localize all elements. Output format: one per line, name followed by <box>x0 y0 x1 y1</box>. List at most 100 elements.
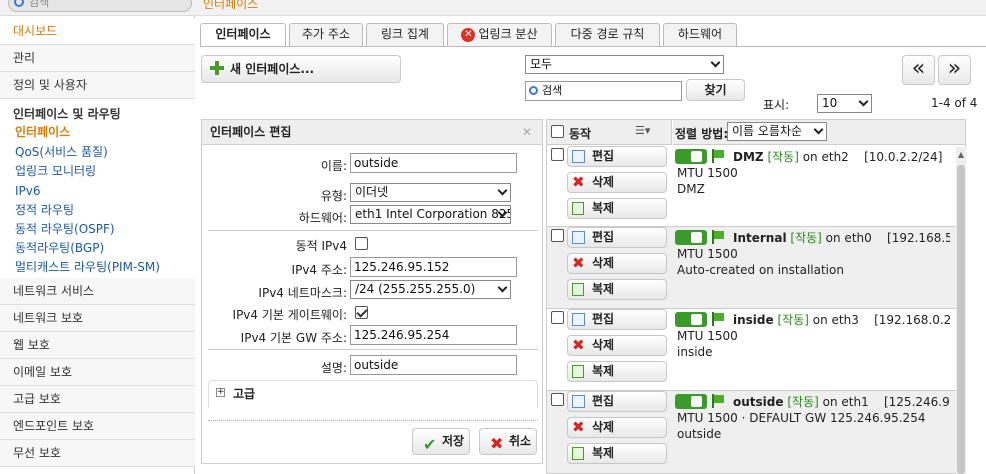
sort-label: 정렬 방법: <box>675 127 729 141</box>
interface-name[interactable]: outside <box>733 395 784 409</box>
copy-button[interactable]: 복제 <box>567 279 667 300</box>
list-search-input[interactable]: 검색 <box>525 81 682 101</box>
sidebar-item-manage[interactable]: 관리 <box>0 45 195 72</box>
copy-button[interactable]: 복제 <box>567 443 667 464</box>
new-interface-button[interactable]: 새 인터페이스... <box>201 55 401 83</box>
cancel-button[interactable]: ✖ 취소 <box>479 428 537 455</box>
tab-divider <box>200 46 986 47</box>
breadcrumb: 인터페이스 <box>203 0 259 11</box>
tab-additional-addresses[interactable]: 추가 주소 <box>289 23 363 46</box>
default-gateway-label: IPv4 기본 게이트웨이: <box>232 308 347 322</box>
prev-page-button[interactable]: « <box>902 55 935 85</box>
row-checkbox[interactable] <box>551 393 564 406</box>
sidebar-item-advanced-protection[interactable]: 고급 보호 <box>0 386 195 413</box>
tab-multipath-rules[interactable]: 다중 경로 규칙 <box>555 23 660 46</box>
expand-icon: + <box>216 387 225 397</box>
sidebar-item-email-protection[interactable]: 이메일 보호 <box>0 359 195 386</box>
hardware-label: 하드웨어: <box>298 211 347 225</box>
type-select[interactable]: 이더넷 <box>350 183 511 202</box>
delete-icon: ✖ <box>572 254 585 272</box>
status-badge: [작동] <box>787 395 819 409</box>
ipv4-address-input[interactable]: 125.246.95.152 <box>350 257 517 277</box>
copy-icon <box>572 447 584 460</box>
error-icon: ✕ <box>461 27 476 42</box>
delete-button[interactable]: ✖ 삭제 <box>567 417 667 438</box>
dynamic-ipv4-checkbox[interactable] <box>355 237 368 250</box>
close-icon[interactable]: ✕ <box>522 120 532 144</box>
status-toggle[interactable] <box>675 312 707 327</box>
row-checkbox[interactable] <box>551 311 564 324</box>
sidebar-sub-interfaces[interactable]: 인터페이스 <box>15 123 70 142</box>
sidebar-sub-uplink-monitoring[interactable]: 업링크 모니터링 <box>15 162 96 181</box>
table-row: 편집 ✖ 삭제 복제 DMZ [작동] on eth2 [10.0.2.2/24]… <box>547 146 965 228</box>
dynamic-ipv4-label: 동적 IPv4 <box>295 239 347 253</box>
delete-button[interactable]: ✖ 삭제 <box>567 335 667 356</box>
row-checkbox[interactable] <box>551 148 564 161</box>
edit-button[interactable]: 편집 <box>567 391 667 412</box>
edit-button[interactable]: 편집 <box>567 309 667 330</box>
interface-port: on eth0 <box>825 231 872 245</box>
tab-hardware[interactable]: 하드웨어 <box>663 23 737 46</box>
copy-icon <box>572 202 584 215</box>
sidebar-sub-qos[interactable]: QoS(서비스 품질) <box>15 143 108 162</box>
row-checkbox[interactable] <box>551 229 564 242</box>
table-row: 편집 ✖ 삭제 복제 inside [작동] on eth3 [192.168.0… <box>547 309 965 391</box>
copy-button[interactable]: 복제 <box>567 361 667 382</box>
edit-icon <box>572 150 585 163</box>
sidebar-item-network-services[interactable]: 네트워크 서비스 <box>0 278 195 305</box>
sidebar-sub-multicast[interactable]: 멀티캐스트 라우팅(PIM-SM) <box>15 258 160 277</box>
tab-link-aggregation[interactable]: 링크 집계 <box>366 23 444 46</box>
sidebar-item-web-protection[interactable]: 웹 보호 <box>0 332 195 359</box>
sort-select[interactable]: 이름 오름차순 <box>727 122 827 141</box>
column-menu-icon[interactable]: ☰▾ <box>635 124 650 137</box>
sidebar-item-definitions[interactable]: 정의 및 사용자 <box>0 72 195 99</box>
page-size-select[interactable]: 10 <box>817 94 872 113</box>
default-gateway-checkbox[interactable] <box>355 306 368 319</box>
scroll-up-icon[interactable]: ▲ <box>956 150 966 160</box>
sidebar-sub-static-routing[interactable]: 정적 라우팅 <box>15 201 74 220</box>
find-button[interactable]: 찾기 <box>686 79 745 101</box>
next-page-button[interactable]: » <box>938 55 971 85</box>
sidebar-sub-ospf[interactable]: 동적 라우팅(OSPF) <box>15 220 115 239</box>
sidebar-item-network-protection[interactable]: 네트워크 보호 <box>0 305 195 332</box>
flag-icon <box>711 149 725 163</box>
tab-uplink-balancing[interactable]: ✕ 업링크 분산 <box>447 23 552 46</box>
global-search-input[interactable]: 검색 <box>8 0 192 12</box>
advanced-section[interactable]: + 고급 <box>208 380 538 408</box>
description-input[interactable]: outside <box>350 355 517 375</box>
interface-description: Auto-created on installation <box>677 263 844 277</box>
gateway-address-input[interactable]: 125.246.95.254 <box>350 325 517 345</box>
status-toggle[interactable] <box>675 149 707 164</box>
status-toggle[interactable] <box>675 394 707 409</box>
select-all-checkbox[interactable] <box>551 125 564 138</box>
scrollbar-thumb[interactable] <box>957 165 965 474</box>
edit-button[interactable]: 편집 <box>567 146 667 167</box>
sidebar-item-dashboard[interactable]: 대시보드 <box>0 18 195 45</box>
sidebar-item-wireless-protection[interactable]: 무선 보호 <box>0 440 195 467</box>
interface-name[interactable]: DMZ <box>733 150 764 164</box>
sidebar-item-endpoint-protection[interactable]: 엔드포인트 보호 <box>0 413 195 440</box>
copy-button[interactable]: 복제 <box>567 198 667 219</box>
delete-button[interactable]: ✖ 삭제 <box>567 253 667 274</box>
delete-button[interactable]: ✖ 삭제 <box>567 172 667 193</box>
sidebar-sub-bgp[interactable]: 동적라우팅(BGP) <box>15 239 104 258</box>
netmask-label: IPv4 네트마스크: <box>258 286 347 300</box>
gateway-address-label: IPv4 기본 GW 주소: <box>240 331 347 345</box>
sidebar-group-title[interactable]: 인터페이스 및 라우팅 <box>13 105 121 122</box>
interface-name[interactable]: inside <box>733 313 774 327</box>
sidebar-sub-ipv6[interactable]: IPv6 <box>15 182 41 201</box>
name-input[interactable]: outside <box>350 153 517 173</box>
netmask-select[interactable]: /24 (255.255.255.0) <box>350 280 511 299</box>
check-icon: ✔ <box>423 435 437 454</box>
tab-interfaces[interactable]: 인터페이스 <box>200 23 286 47</box>
delete-icon: ✖ <box>572 418 585 436</box>
interface-description: inside <box>677 345 713 359</box>
table-row: 편집 ✖ 삭제 복제 Internal [작동] on eth0 [192.168… <box>547 227 965 309</box>
sort-header: 정렬 방법: 이름 오름차순 <box>673 120 965 145</box>
hardware-select[interactable]: eth1 Intel Corporation 825 <box>350 205 511 224</box>
interface-name[interactable]: Internal <box>733 231 787 245</box>
status-toggle[interactable] <box>675 230 707 245</box>
filter-select[interactable]: 모두 <box>525 55 724 74</box>
edit-button[interactable]: 편집 <box>567 227 667 248</box>
save-button[interactable]: ✔ 저장 <box>412 428 470 455</box>
